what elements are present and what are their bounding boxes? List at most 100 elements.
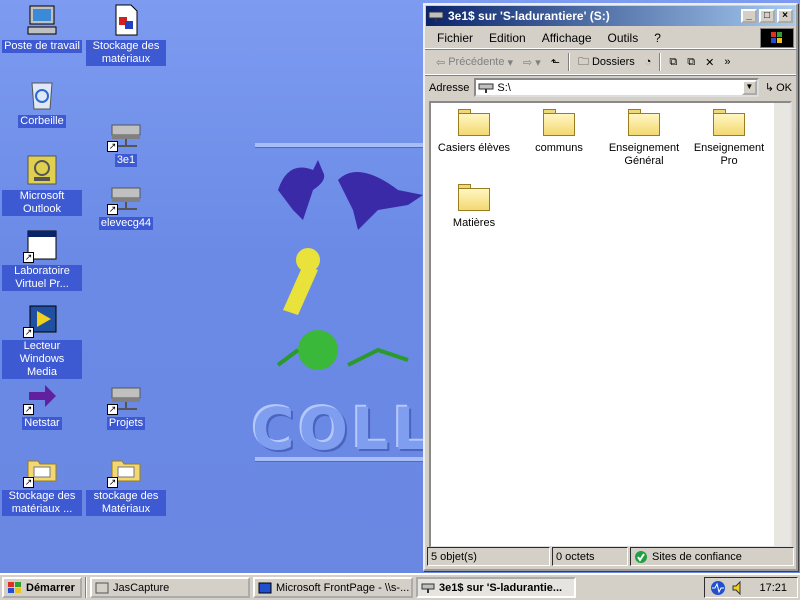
toolbar-separator [567,53,570,71]
app-icon [95,582,109,593]
copy-to-icon: ⧉ [687,55,696,68]
taskbar: Démarrer JasCapture Microsoft FrontPage … [0,573,800,600]
vertical-scrollbar[interactable] [774,103,790,546]
status-size: 0 octets [552,547,628,566]
close-button[interactable]: × [777,9,793,23]
history-button[interactable]: ◔ [640,51,657,73]
desktop-icon-projets[interactable]: ↗ Projets [86,380,166,430]
desktop-icon-netstar[interactable]: ↗ Netstar [2,380,82,430]
back-arrow-icon: ⇦ [436,56,446,69]
window-app-icon: ↗ [23,228,59,263]
address-label: Adresse [429,81,470,94]
folder-icon [713,109,745,136]
desktop-icon-stockage-materiaux-3[interactable]: ↗ stockage des Matériaux [86,453,166,516]
dropdown-arrow-icon: ▾ [535,56,541,69]
delete-icon: ✕ [705,56,715,69]
folders-button[interactable]: 🗀 Dossiers [573,51,640,73]
status-count: 5 objet(s) [427,547,550,566]
desktop-icon-stockage-materiaux-1[interactable]: ↗ Stockage des matériaux ... [2,453,82,516]
clock[interactable]: 17:21 [759,582,787,594]
media-player-icon: ↗ [23,303,59,338]
task-explorer[interactable]: 3e1$ sur 'S-ladurantie... [416,577,576,598]
network-drive-icon: ↗ [107,180,143,215]
back-button[interactable]: ⇦ Précédente ▾ [431,51,518,73]
folder-item-matieres[interactable]: Matières [431,184,517,230]
task-jascapture[interactable]: JasCapture [90,577,250,598]
toolbar-separator [659,53,662,71]
system-tray: 17:21 [704,577,798,598]
maximize-button[interactable]: □ [759,9,775,23]
title-bar[interactable]: 3e1$ sur 'S-ladurantiere' (S:) _ □ × [426,6,795,26]
move-to-icon: ⧉ [669,55,678,68]
network-folder-icon: ↗ [107,453,143,488]
arrow-icon: ↗ [23,380,59,415]
desktop-icon-microsoft-outlook[interactable]: Microsoft Outlook [2,153,82,216]
go-button[interactable]: ↳ OK [764,81,792,95]
folder-item-communs[interactable]: communs [516,109,602,155]
desktop-icon-3e1[interactable]: ↗ 3e1 [86,117,166,167]
folder-view: Casiers élèves communs Enseignement Géné… [429,101,792,548]
network-drive-icon: ↗ [107,117,143,152]
folder-item-casiers-eleves[interactable]: Casiers élèves [431,109,517,155]
computer-icon [25,3,59,37]
recycle-bin-icon [25,78,59,112]
menu-edition[interactable]: Edition [481,31,534,45]
menu-fichier[interactable]: Fichier [429,31,481,45]
more-tools-button[interactable]: » [719,51,735,73]
menu-bar: Fichier Edition Affichage Outils ? [425,27,796,49]
network-folder-icon: ↗ [23,453,59,488]
network-drive-icon [478,83,494,93]
menu-outils[interactable]: Outils [600,31,647,45]
status-bar: 5 objet(s) 0 octets Sites de confiance [427,547,794,567]
delete-button[interactable]: ✕ [700,51,719,73]
folder-item-enseignement-general[interactable]: Enseignement Général [601,109,687,168]
up-folder-icon: ⬑ [550,56,560,69]
desktop-icon-laboratoire[interactable]: ↗ Laboratoire Virtuel Pr... [2,228,82,291]
forward-arrow-icon: ⇨ [523,56,533,69]
menu-help[interactable]: ? [646,31,669,45]
folder-icon [458,109,490,136]
taskbar-separator [85,577,87,598]
desktop-icon-lecteur-windows-media[interactable]: ↗ Lecteur Windows Media [2,303,82,379]
up-folder-button[interactable]: ⬑ [546,51,565,73]
windows-logo-icon [760,28,794,48]
history-icon: ◔ [644,56,652,68]
status-zone: Sites de confiance [630,547,794,566]
go-arrow-icon: ↳ [764,82,775,94]
folder-item-enseignement-pro[interactable]: Enseignement Pro [686,109,772,168]
folder-icon [628,109,660,136]
volume-icon[interactable] [731,580,745,596]
network-activity-icon[interactable] [709,580,727,596]
explorer-window: 3e1$ sur 'S-ladurantiere' (S:) _ □ × Fic… [423,3,798,571]
task-frontpage[interactable]: Microsoft FrontPage - \\s-... [253,577,413,598]
address-dropdown-button[interactable]: ▼ [741,80,757,95]
network-drive-icon [428,11,444,22]
outlook-icon [25,153,59,187]
desktop-icon-elevecg44[interactable]: ↗ elevecg44 [86,180,166,230]
wallpaper-text: COLL [252,395,434,463]
address-bar: Adresse S:\ ▼ ↳ OK [425,75,796,99]
copy-to-button[interactable]: ⧉ [682,51,700,73]
minimize-button[interactable]: _ [741,9,757,23]
desktop-icon-corbeille[interactable]: Corbeille [2,78,82,128]
desktop-icon-poste-de-travail[interactable]: Poste de travail [2,3,82,53]
folders-icon: 🗀 [577,55,589,68]
menu-affichage[interactable]: Affichage [534,31,600,45]
move-to-button[interactable]: ⧉ [664,51,682,73]
toolbar: ⇦ Précédente ▾ ⇨ ▾ ⬑ 🗀 Dossiers ◔ ⧉ ⧉ ✕ [425,49,796,75]
chevron-right-icon: » [724,56,731,68]
dropdown-arrow-icon: ▾ [507,56,514,69]
frontpage-icon [258,582,272,593]
windows-logo-icon [8,581,21,593]
wallpaper-bar [255,143,425,148]
address-input[interactable]: S:\ ▼ [474,78,759,97]
check-circle-icon [635,550,647,563]
forward-button[interactable]: ⇨ ▾ [518,51,546,73]
folder-icon [458,184,490,211]
start-button[interactable]: Démarrer [2,577,82,598]
address-value: S:\ [497,81,511,94]
document-icon [109,3,143,37]
network-drive-icon: ↗ [107,380,143,415]
desktop-icon-stockage-materiaux-2[interactable]: Stockage des matériaux [86,3,166,66]
desktop: COLL Poste de travail Corbeille Microsof… [0,0,800,573]
